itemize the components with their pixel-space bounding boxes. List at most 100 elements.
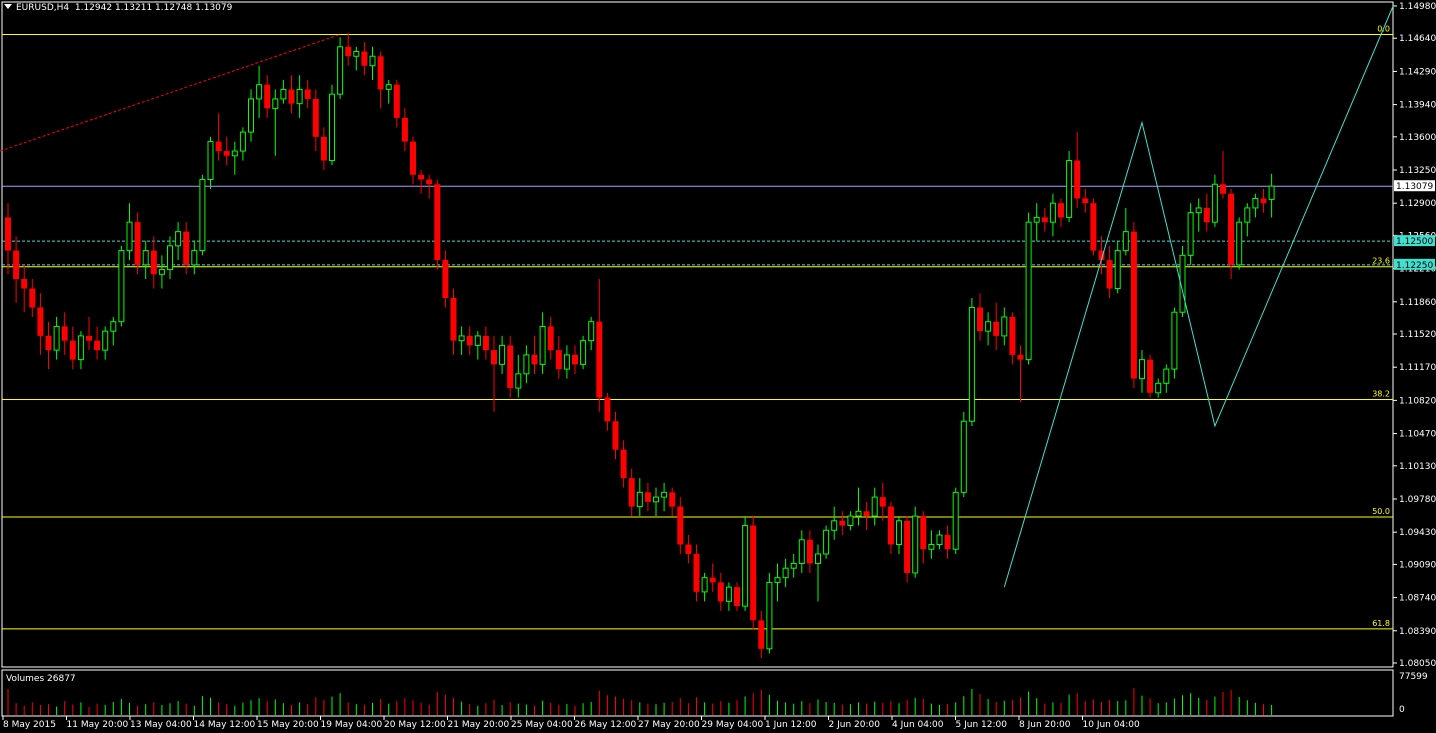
candle-body [620, 449, 627, 479]
candle-body [418, 174, 425, 180]
candle-body [879, 497, 886, 507]
time-tick-label: 20 May 12:00 [384, 720, 446, 730]
time-tick-label: 15 May 20:00 [257, 720, 319, 730]
time-tick-label: 13 May 04:00 [130, 720, 192, 730]
candle-body [985, 321, 992, 332]
candle-body [798, 539, 805, 564]
candle-body [61, 326, 68, 341]
candle-body [604, 397, 611, 422]
candle-body [37, 307, 44, 336]
time-tick-label: 5 Jun 12:00 [956, 720, 1008, 730]
time-tick-label: 19 May 04:00 [321, 720, 383, 730]
candle-body [118, 250, 125, 323]
candle-body [555, 350, 562, 370]
candle-body [142, 250, 149, 266]
candle-body [1122, 231, 1129, 252]
candle-body [1130, 231, 1137, 379]
candle-body [442, 260, 449, 298]
candle-body [248, 98, 254, 133]
fibo-level-label: 38.2 [1372, 389, 1390, 398]
candle-body [758, 620, 765, 649]
candle-body [296, 88, 303, 105]
candle-body [1058, 203, 1064, 218]
price-tick-label: 1.10470 [1399, 430, 1436, 440]
candle-body [183, 231, 190, 265]
candle-body [677, 506, 684, 545]
candle-body [563, 354, 570, 370]
level-price-tag: 1.12500 [1396, 237, 1433, 247]
candle-body [1236, 221, 1243, 266]
candle-body [782, 567, 789, 579]
candle-body [77, 335, 84, 361]
time-tick-label: 2 Jun 20:00 [829, 720, 881, 730]
candle-body [669, 492, 676, 507]
candle-body [750, 525, 757, 621]
candle-body [523, 354, 530, 375]
price-tick-label: 1.13250 [1399, 166, 1436, 176]
candle-body [831, 520, 838, 531]
candle-body [491, 350, 497, 365]
candle-body [863, 511, 870, 517]
price-tick-label: 1.13940 [1399, 101, 1436, 111]
candle-body [1268, 185, 1275, 200]
fibo-level-label: 61.8 [1372, 619, 1390, 628]
candle-body [790, 562, 797, 569]
time-tick-label: 8 May 2015 [3, 720, 56, 730]
candle-body [69, 340, 76, 360]
time-tick-label: 11 May 20:00 [67, 720, 129, 730]
candle-body [815, 553, 821, 564]
candle-body [385, 84, 392, 90]
candle-body [191, 250, 198, 266]
candle-body [968, 306, 975, 422]
price-tick-label: 1.10820 [1399, 396, 1436, 406]
candle-body [53, 325, 60, 351]
candle-body [515, 373, 522, 389]
candle-body [1244, 207, 1251, 223]
candle-body [5, 217, 11, 251]
candle-body [256, 84, 263, 100]
candle-body [1203, 207, 1210, 223]
candle-body [960, 420, 967, 493]
candle-body [823, 529, 830, 555]
candle-body [1106, 260, 1113, 289]
time-tick-label: 21 May 20:00 [448, 720, 510, 730]
candle-body [847, 515, 854, 527]
candle-body [45, 335, 52, 351]
candle-body [734, 587, 740, 607]
candle-body [410, 141, 416, 175]
candle-body [1220, 184, 1226, 194]
price-tick-label: 1.09430 [1399, 528, 1436, 538]
candle-body [1082, 198, 1089, 204]
candle-body [1025, 221, 1032, 361]
fibo-level-label: 50.0 [1372, 507, 1390, 516]
time-tick-label: 26 May 12:00 [575, 720, 637, 730]
candle-body [312, 98, 319, 137]
price-tick-label: 1.14640 [1399, 34, 1436, 44]
price-chart[interactable]: 1.14980 1.14640 1.14290 1.13940 1.13600 1.132… [0, 0, 1436, 733]
candle-body [806, 539, 813, 564]
candle-body [539, 325, 546, 365]
candle-body [1049, 202, 1056, 223]
candle-body [1187, 212, 1194, 256]
candle-body [272, 98, 279, 109]
candle-body [766, 581, 773, 650]
price-tick-label: 1.11520 [1399, 330, 1436, 340]
candle-body [1163, 368, 1170, 384]
candle-body [450, 298, 457, 341]
candle-body [199, 178, 206, 252]
price-tick-label: 1.11170 [1399, 363, 1436, 373]
price-tick-label: 1.12900 [1399, 199, 1436, 209]
price-tick-label: 1.14290 [1399, 67, 1436, 77]
candle-body [167, 245, 173, 271]
candle-body [547, 326, 554, 351]
candle-body [264, 84, 271, 109]
candle-body [1155, 382, 1162, 394]
candle-body [1211, 183, 1218, 223]
candle-body [13, 250, 20, 280]
zigzag-line[interactable] [1003, 5, 1394, 588]
candle-body [644, 492, 651, 502]
candle-body [94, 340, 101, 351]
candle-body [1260, 198, 1267, 204]
candle-body [377, 56, 384, 90]
candle-body [1074, 160, 1081, 199]
